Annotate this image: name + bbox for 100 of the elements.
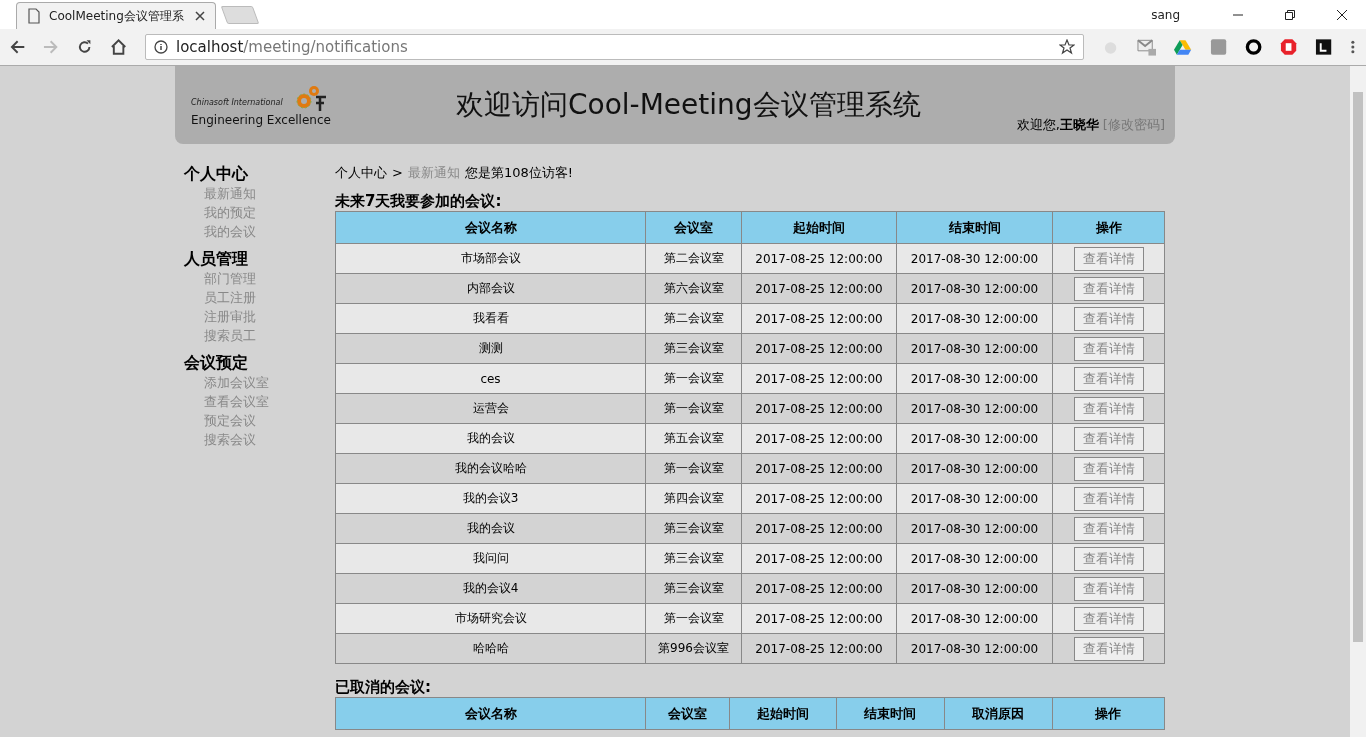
section-heading: 已取消的会议: — [335, 678, 432, 696]
star-icon[interactable] — [1059, 39, 1076, 55]
column-header: 结束时间 — [896, 211, 1053, 244]
details-button[interactable]: 查看详情 — [1073, 276, 1144, 301]
restore-icon[interactable] — [1284, 8, 1296, 21]
table-cell: 2017-08-25 12:00:00 — [741, 513, 897, 544]
table-cell: 2017-08-25 12:00:00 — [741, 243, 897, 274]
details-button[interactable]: 查看详情 — [1073, 366, 1144, 391]
menu-icon[interactable] — [1350, 39, 1357, 55]
details-button[interactable]: 查看详情 — [1073, 396, 1144, 421]
table-cell: 2017-08-30 12:00:00 — [896, 243, 1053, 274]
menu-heading: 会议预定 — [184, 353, 249, 373]
details-button[interactable]: 查看详情 — [1073, 456, 1144, 481]
menu-link[interactable]: 注册审批 — [184, 307, 335, 326]
menu-link[interactable]: 预定会议 — [184, 411, 335, 430]
table-cell: 2017-08-25 12:00:00 — [741, 393, 897, 424]
details-button[interactable]: 查看详情 — [1073, 306, 1144, 331]
table-cell: 2017-08-30 12:00:00 — [896, 453, 1053, 484]
address-bar[interactable]: localhost/meeting/notifications — [144, 34, 1085, 60]
table-cell: 2017-08-25 12:00:00 — [741, 273, 897, 304]
table-cell: 我的会议 — [335, 423, 646, 454]
menu-link[interactable]: 搜索会议 — [184, 430, 335, 449]
column-header: 操作 — [1052, 211, 1165, 244]
details-button[interactable]: 查看详情 — [1073, 516, 1144, 541]
profile-name[interactable]: sang — [1151, 7, 1180, 22]
section-heading: 未来7天我要参加的会议: — [335, 192, 503, 210]
table-cell: 第一会议室 — [645, 453, 742, 484]
menu-link[interactable]: 员工注册 — [184, 288, 335, 307]
table-cell: 第一会议室 — [645, 393, 742, 424]
table-cell: 2017-08-25 12:00:00 — [741, 453, 897, 484]
column-header: 会议名称 — [335, 211, 646, 244]
menu-link[interactable]: 添加会议室 — [184, 373, 335, 392]
table-cell: 2017-08-30 12:00:00 — [896, 303, 1053, 334]
column-header: 操作 — [1052, 697, 1165, 730]
table-cell: 2017-08-25 12:00:00 — [741, 633, 897, 664]
table-cell: 运营会 — [335, 393, 646, 424]
menu-heading: 个人中心 — [184, 164, 249, 184]
column-header: 会议名称 — [335, 697, 646, 730]
details-button[interactable]: 查看详情 — [1073, 336, 1144, 361]
table-cell: 2017-08-30 12:00:00 — [896, 543, 1053, 574]
details-button[interactable]: 查看详情 — [1073, 546, 1144, 571]
column-header: 取消原因 — [944, 697, 1053, 730]
table-cell: 我的会议哈哈 — [335, 453, 646, 484]
column-header: 会议室 — [645, 211, 742, 244]
table-cell: 2017-08-30 12:00:00 — [896, 333, 1053, 364]
table-cell: 第六会议室 — [645, 273, 742, 304]
table-cell: 第996会议室 — [645, 633, 742, 664]
browser-tab[interactable]: CoolMeeting会议管理系 — [16, 2, 216, 29]
details-button[interactable]: 查看详情 — [1073, 486, 1144, 511]
menu-link[interactable]: 搜索员工 — [184, 326, 335, 345]
table-cell: 第三会议室 — [645, 513, 742, 544]
table-cell: 市场研究会议 — [335, 603, 646, 634]
welcome-text: 欢迎您,王晓华 — [1016, 116, 1099, 134]
table-cell: 我的会议 — [335, 513, 646, 544]
table-cell: 2017-08-25 12:00:00 — [741, 303, 897, 334]
menu-heading: 人员管理 — [184, 249, 249, 269]
breadcrumb-link[interactable]: 个人中心 — [335, 164, 387, 182]
table-cell: 2017-08-25 12:00:00 — [741, 603, 897, 634]
table-cell: 2017-08-30 12:00:00 — [896, 603, 1053, 634]
visitor-count: 您是第108位访客! — [464, 164, 573, 182]
page-icon — [27, 8, 41, 24]
tab-title: CoolMeeting会议管理系 — [49, 7, 185, 25]
menu-link[interactable]: 我的预定 — [184, 203, 335, 222]
table-cell: 2017-08-25 12:00:00 — [741, 333, 897, 364]
column-header: 会议室 — [645, 697, 730, 730]
menu-link[interactable]: 我的会议 — [184, 222, 335, 241]
ring-icon[interactable] — [1244, 38, 1262, 56]
menu-link[interactable]: 查看会议室 — [184, 392, 335, 411]
table-cell: 市场部会议 — [335, 243, 646, 274]
column-header: 起始时间 — [729, 697, 837, 730]
close-icon[interactable] — [1336, 8, 1348, 21]
home-icon[interactable] — [109, 39, 127, 55]
details-button[interactable]: 查看详情 — [1073, 246, 1144, 271]
menu-link[interactable]: 部门管理 — [184, 269, 335, 288]
table-cell: 第一会议室 — [645, 603, 742, 634]
back-icon[interactable] — [10, 39, 26, 55]
table-cell: 2017-08-30 12:00:00 — [896, 573, 1053, 604]
menu-link[interactable]: 最新通知 — [184, 184, 335, 203]
reload-icon[interactable] — [76, 39, 92, 55]
column-header: 结束时间 — [836, 697, 945, 730]
drive-icon[interactable] — [1174, 39, 1192, 55]
close-tab-icon[interactable] — [195, 11, 205, 21]
table-cell: 内部会议 — [335, 273, 646, 304]
details-button[interactable]: 查看详情 — [1073, 636, 1144, 661]
table-cell: 第二会议室 — [645, 303, 742, 334]
details-button[interactable]: 查看详情 — [1073, 426, 1144, 451]
table-cell: 哈哈哈 — [335, 633, 646, 664]
scrollbar-thumb[interactable] — [1353, 92, 1363, 642]
table-cell: 第五会议室 — [645, 423, 742, 454]
table-cell: 我问问 — [335, 543, 646, 574]
details-button[interactable]: 查看详情 — [1073, 576, 1144, 601]
scrollbar[interactable] — [1350, 66, 1366, 737]
breadcrumb-separator: > — [392, 164, 403, 182]
table-cell: 我的会议3 — [335, 483, 646, 514]
info-icon[interactable] — [153, 40, 168, 54]
details-button[interactable]: 查看详情 — [1073, 606, 1144, 631]
table-cell: 2017-08-25 12:00:00 — [741, 543, 897, 574]
table-cell: ces — [335, 363, 646, 394]
mail-icon[interactable] — [1137, 38, 1157, 56]
extension-icon[interactable] — [1315, 38, 1333, 56]
